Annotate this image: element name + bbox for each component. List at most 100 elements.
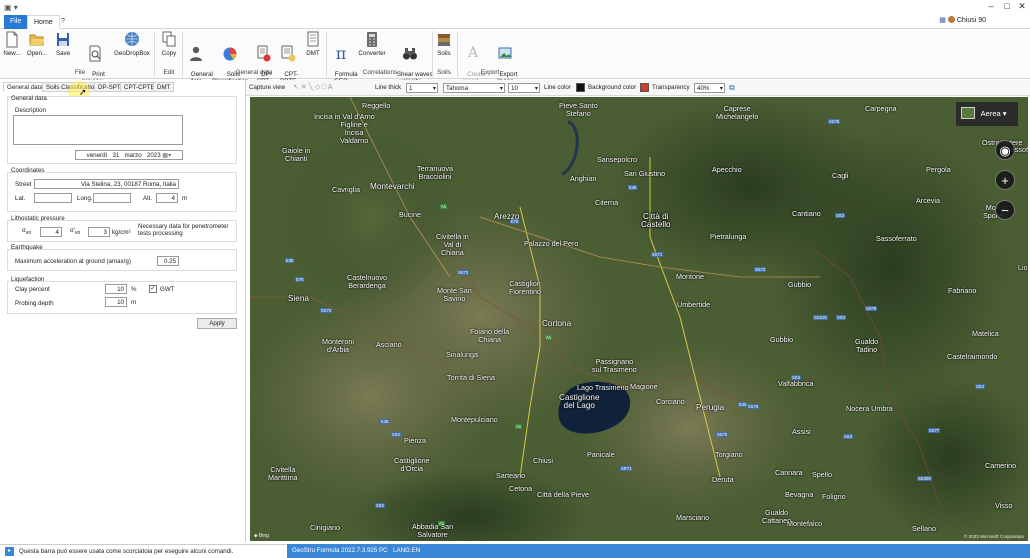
zoom-in-button[interactable]: + (995, 170, 1015, 190)
open-button[interactable]: Open... (25, 31, 49, 57)
line-thick-value: 1 (409, 85, 413, 92)
maximize-button[interactable]: □ (1000, 1, 1014, 11)
calendar-icon[interactable]: ▦▾ (162, 152, 171, 159)
long-field[interactable] (93, 193, 131, 203)
copy-button[interactable]: Copy (159, 31, 179, 57)
new-button[interactable]: New... (2, 31, 22, 57)
coordinates-group (7, 172, 237, 212)
date-weekday: venerdì (86, 152, 108, 159)
new-label: New... (3, 50, 21, 57)
clay-field[interactable]: 10 (105, 284, 127, 294)
map-place-label: Valfabbrica (778, 379, 814, 388)
map-toolbar: Capture view ↖ ✕ ╲ ◇ □ A Line thick 1 ▾ T… (246, 80, 1030, 96)
road-shield: SS2 (375, 503, 385, 508)
map-place-label: Reggello (362, 101, 391, 110)
print-preview-icon (89, 45, 101, 62)
group-correlations: Correlations (362, 69, 398, 76)
apply-button[interactable]: Apply (197, 318, 237, 329)
map-place-label: Cannara (775, 468, 803, 477)
description-label: Description (15, 107, 46, 114)
quick-access-icon[interactable]: ▣ ▾ (4, 3, 18, 12)
converter-button[interactable]: Converter (357, 31, 387, 57)
map-place-label: Chiusi (533, 456, 553, 465)
ribbon-separator (432, 31, 433, 77)
clay-unit: % (131, 286, 137, 293)
description-textarea[interactable] (13, 115, 183, 145)
map-place-label: Sansepolcro (597, 155, 637, 164)
map-place-label: Torrita di Siena (447, 373, 495, 382)
map-place-label: Foligno (822, 492, 846, 501)
map-place-label: Torgiano (715, 450, 743, 459)
user-info[interactable]: ▦ Chiusi 90 (939, 16, 986, 24)
date-month: marzo (124, 152, 142, 159)
copy-label: Copy (161, 50, 177, 57)
layer-switcher[interactable]: Aerea ▾ (956, 102, 1018, 126)
transparency-select[interactable]: 40% ▾ (694, 83, 725, 93)
line-thick-select[interactable]: 1 ▾ (406, 83, 438, 93)
close-button[interactable]: ✕ (1015, 1, 1029, 12)
ribbon-separator (457, 31, 458, 77)
map-place-label: Montevarchi (370, 182, 415, 191)
pie-chart-icon (223, 47, 237, 61)
road-shield: SS75 (747, 404, 760, 409)
lat-field[interactable] (34, 193, 72, 203)
sigma-eff-field[interactable]: 3 (88, 227, 110, 237)
line-color-swatch[interactable] (576, 83, 585, 92)
satellite-map[interactable]: Reggello Incisa in Val d'Arno Figline e In… (250, 97, 1028, 541)
tab-general-data[interactable]: General data (3, 82, 47, 92)
soils-button[interactable]: Soils (434, 31, 454, 57)
map-place-label: Terranuova Bracciolini (417, 164, 453, 181)
map-place-label: Panicale (587, 450, 615, 459)
map-place-label: Corciano (656, 397, 685, 406)
road-shield: E35 (285, 258, 295, 263)
dmt-button[interactable]: DMT (303, 31, 323, 57)
road-shield: SS3 (791, 375, 801, 380)
geodropbox-label: GeoDropBox (114, 50, 150, 57)
road-shield: SS75 (716, 432, 729, 437)
sigma-eff-label: σ'vo (70, 227, 80, 236)
map-place-label: Citerna (595, 198, 619, 207)
save-button[interactable]: Save (53, 31, 73, 57)
tab-file[interactable]: File (4, 15, 28, 29)
font-select[interactable]: Tahoma ▾ (443, 83, 505, 93)
map-place-label: Anghiari (570, 174, 597, 183)
map-place-label: Città della Pieve (537, 490, 589, 499)
report-icon: A (467, 45, 479, 61)
command-bar[interactable]: ▸ Questa barra può essere usata come sco… (0, 544, 287, 558)
amax-field[interactable]: 0.25 (157, 256, 179, 266)
date-picker[interactable]: venerdì 31 marzo 2023 ▦▾ (75, 150, 183, 160)
geodropbox-button[interactable]: GeoDropBox (114, 31, 150, 57)
capture-view-button[interactable]: Capture view (249, 84, 285, 91)
map-place-label: Monteroni d'Arbia (322, 337, 354, 354)
depth-field[interactable]: 10 (105, 297, 127, 307)
alt-field[interactable]: 4 (156, 193, 178, 203)
zoom-out-button[interactable]: − (995, 200, 1015, 220)
map-place-label: Bevagna (785, 490, 814, 499)
gwt-label: GWT (160, 286, 175, 293)
user-avatar-icon (947, 16, 955, 23)
locate-button[interactable]: ◉ (995, 140, 1015, 160)
alt-unit: m (182, 195, 188, 202)
copy-map-icon[interactable]: ⧉ (729, 83, 735, 93)
road-shield: E78 (510, 219, 520, 224)
street-field[interactable]: Via Stelina, 23, 00187 Roma, Italia (34, 179, 179, 189)
coordinates-title: Coordinates (11, 167, 45, 174)
gwt-checkbox[interactable]: ✓ (149, 285, 157, 293)
transparency-label: Transparency (652, 84, 690, 91)
map-place-label: Castiglione d'Orcia (394, 456, 430, 473)
drawing-tools[interactable]: ↖ ✕ ╲ ◇ □ A (293, 83, 333, 91)
street-label: Street (15, 181, 32, 188)
dropdown-arrow-icon: ▾ (534, 85, 538, 92)
road-shield: SR71 (620, 466, 633, 471)
sigma-vo-field[interactable]: 4 (40, 227, 62, 237)
font-size-select[interactable]: 10 ▾ (508, 83, 540, 93)
minimize-button[interactable]: – (984, 1, 998, 11)
dmt-icon (307, 31, 319, 47)
map-place-label: Lago Trasimeno (577, 383, 629, 392)
map-place-label: Castiglion Fiorentino (509, 279, 541, 296)
dropdown-arrow-icon: ▾ (499, 85, 503, 92)
background-color-swatch[interactable] (640, 83, 649, 92)
tab-help[interactable]: ? (55, 15, 71, 29)
tab-dmt[interactable]: DMT (153, 82, 175, 92)
map-place-label: Cortona (542, 319, 572, 328)
